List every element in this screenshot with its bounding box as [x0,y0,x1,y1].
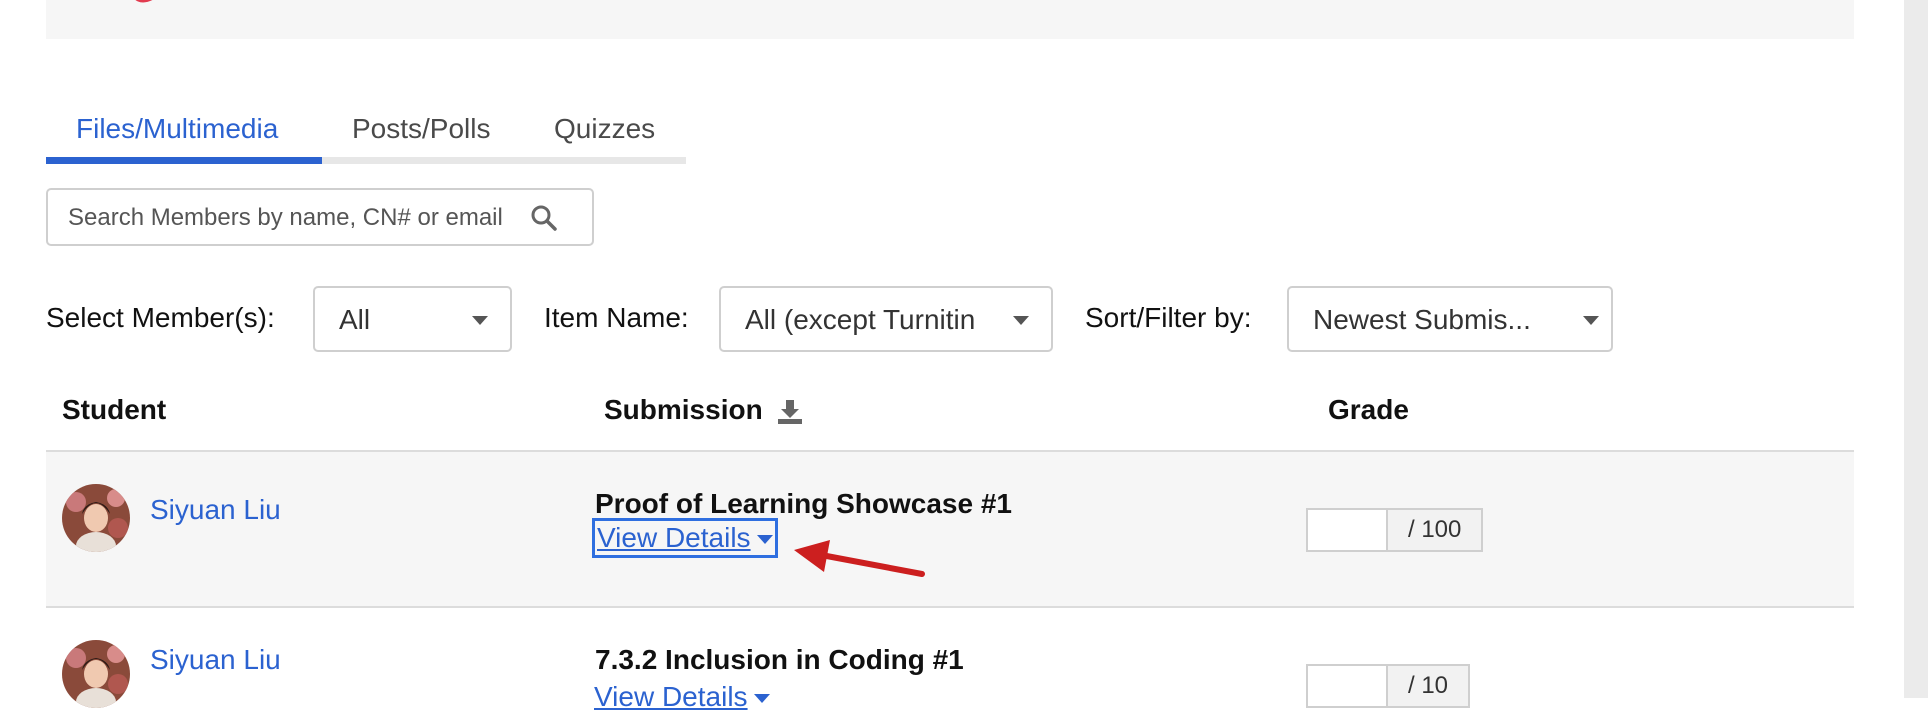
student-name-link[interactable]: Siyuan Liu [150,644,281,676]
grade-max: / 10 [1386,664,1471,708]
sort-filter-label: Sort/Filter by: [1085,302,1252,333]
table-header: Student Submission Grade [46,378,1854,452]
logo-icon [135,0,153,3]
tab-active-indicator [46,157,322,164]
chevron-down-icon [472,316,488,325]
scrollbar[interactable] [1904,0,1928,698]
chevron-down-icon [756,535,773,545]
download-icon[interactable] [776,398,804,426]
item-name-label: Item Name: [544,302,689,333]
column-header-student: Student [62,394,167,425]
select-members-value: All [339,304,371,335]
tab-posts-polls[interactable]: Posts/Polls [352,113,491,145]
item-name-dropdown[interactable]: All (except Turnitin [719,286,1053,352]
chevron-down-icon [753,694,770,704]
chevron-down-icon [1013,316,1029,325]
select-members-label: Select Member(s): [46,302,275,333]
sort-filter-value: Newest Submis... [1313,304,1531,335]
tab-quizzes[interactable]: Quizzes [554,113,655,145]
submission-tabs: Files/Multimedia Posts/Polls Quizzes [46,100,686,164]
search-members [46,188,594,246]
submission-title: Proof of Learning Showcase #1 [595,488,1012,519]
grade-entry: / 10 [1306,664,1471,708]
submission-title: 7.3.2 Inclusion in Coding #1 [595,644,964,675]
grade-input[interactable] [1306,664,1386,708]
table-row: Siyuan Liu 7.3.2 Inclusion in Coding #1 … [46,608,1854,712]
table-row: Siyuan Liu Proof of Learning Showcase #1… [46,452,1854,608]
header-banner [46,0,1854,39]
tab-files-multimedia[interactable]: Files/Multimedia [76,113,278,145]
column-header-submission: Submission [604,394,763,425]
search-icon[interactable] [530,204,558,232]
grade-max: / 100 [1386,508,1484,552]
student-name-link[interactable]: Siyuan Liu [150,494,281,526]
column-header-grade: Grade [1328,394,1409,425]
search-input[interactable] [66,190,540,246]
view-details-label: View Details [597,522,751,553]
view-details-link[interactable]: View Details [592,518,778,558]
annotation-arrow-icon [794,540,925,577]
item-name-value: All (except Turnitin [745,304,976,335]
view-details-label: View Details [594,681,748,712]
chevron-down-icon [1583,316,1599,325]
select-members-dropdown[interactable]: All [313,286,512,352]
sort-filter-dropdown[interactable]: Newest Submis... [1287,286,1613,352]
grade-entry: / 100 [1306,508,1484,552]
avatar [62,484,130,552]
grade-input[interactable] [1306,508,1386,552]
view-details-link[interactable]: View Details [592,680,772,720]
